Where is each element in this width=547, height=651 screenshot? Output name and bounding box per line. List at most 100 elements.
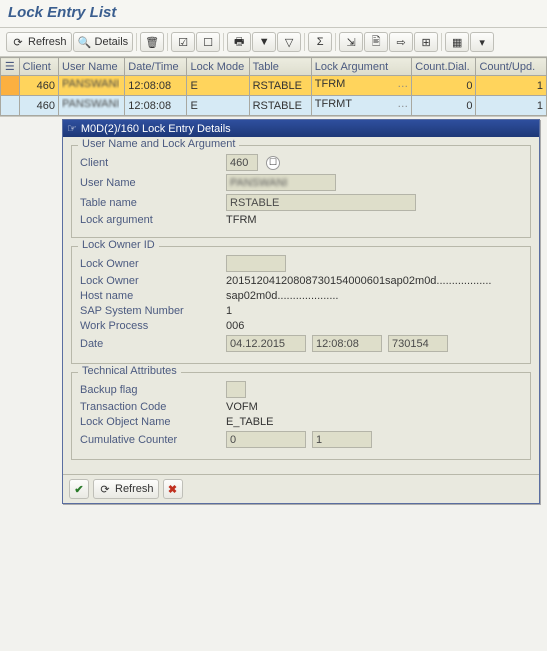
value-transaction-code: VOFM bbox=[226, 401, 258, 413]
cell-user: PANSWANI bbox=[59, 76, 125, 96]
label-lock-owner-2: Lock Owner bbox=[80, 275, 220, 287]
value-host-name: sap02m0d.................... bbox=[226, 290, 339, 302]
trash-icon: 🗑 bbox=[145, 35, 159, 49]
cell-user: PANSWANI bbox=[59, 96, 125, 116]
label-lock-object-name: Lock Object Name bbox=[80, 416, 220, 428]
cell-mode: E bbox=[187, 76, 249, 96]
sum-button[interactable]: Σ bbox=[308, 32, 332, 52]
col-datetime[interactable]: Date/Time bbox=[125, 58, 187, 76]
filter-delete-button[interactable]: ▽ bbox=[277, 32, 301, 52]
col-selector[interactable]: ☰ bbox=[1, 58, 20, 76]
label-table-name: Table name bbox=[80, 197, 220, 209]
label-lock-argument: Lock argument bbox=[80, 214, 220, 226]
cancel-button[interactable]: ✖ bbox=[163, 479, 183, 499]
label-host-name: Host name bbox=[80, 290, 220, 302]
group-user-lock-argument: User Name and Lock Argument Client 460 ☐… bbox=[71, 145, 531, 238]
refresh-button[interactable]: ⟳ Refresh bbox=[6, 32, 72, 52]
layout-dropdown-button[interactable]: ▾ bbox=[470, 32, 494, 52]
dialog-refresh-button[interactable]: ⟳ Refresh bbox=[93, 479, 159, 499]
value-lock-owner-2: 20151204120808730154000601sap02m0d......… bbox=[226, 275, 491, 287]
refresh-icon: ⟳ bbox=[11, 35, 25, 49]
layout-button[interactable]: ▦ bbox=[445, 32, 469, 52]
label-client: Client bbox=[80, 157, 220, 169]
label-date: Date bbox=[80, 338, 220, 350]
check-icon: ✔ bbox=[74, 482, 84, 496]
filter-clear-icon: ▽ bbox=[282, 35, 296, 49]
col-arg[interactable]: Lock Argument bbox=[311, 58, 411, 76]
refresh-icon: ⟳ bbox=[98, 482, 112, 496]
export-button[interactable]: ⇲ bbox=[339, 32, 363, 52]
print-icon: 🖶 bbox=[232, 35, 246, 49]
group-lock-owner-id: Lock Owner ID Lock Owner Lock Owner 2015… bbox=[71, 246, 531, 364]
cell-dial: 0 bbox=[412, 76, 476, 96]
toolbar-separator bbox=[136, 33, 137, 51]
send-button[interactable]: ⇨ bbox=[389, 32, 413, 52]
value-lock-argument: TFRM bbox=[226, 214, 257, 226]
chevron-down-icon: ▾ bbox=[475, 35, 489, 49]
col-mode[interactable]: Lock Mode bbox=[187, 58, 249, 76]
label-cumulative-counter: Cumulative Counter bbox=[80, 434, 220, 446]
col-dial[interactable]: Count.Dial. bbox=[412, 58, 476, 76]
filter-button[interactable]: ▼ bbox=[252, 32, 276, 52]
cell-table: RSTABLE bbox=[249, 76, 311, 96]
spreadsheet-button[interactable]: ⊞ bbox=[414, 32, 438, 52]
deselect-all-button[interactable]: ☐ bbox=[196, 32, 220, 52]
toolbar-separator bbox=[441, 33, 442, 51]
details-button[interactable]: 🔍 Details bbox=[73, 32, 134, 52]
select-all-button[interactable]: ☑ bbox=[171, 32, 195, 52]
dialog-icon: ☞ bbox=[67, 122, 77, 135]
value-sap-system-number: 1 bbox=[226, 305, 232, 317]
deselect-all-icon: ☐ bbox=[201, 35, 215, 49]
cell-upd: 1 bbox=[476, 76, 547, 96]
ok-button[interactable]: ✔ bbox=[69, 479, 89, 499]
field-lock-owner-1 bbox=[226, 255, 286, 272]
field-seq: 730154 bbox=[388, 335, 448, 352]
filter-icon: ▼ bbox=[257, 35, 271, 49]
group-legend: Technical Attributes bbox=[78, 365, 181, 377]
field-date: 04.12.2015 bbox=[226, 335, 306, 352]
local-file-button[interactable]: 🖹 bbox=[364, 32, 388, 52]
dialog-title-bar[interactable]: ☞ M0D(2)/160 Lock Entry Details bbox=[63, 120, 539, 137]
col-table[interactable]: Table bbox=[249, 58, 311, 76]
dialog-title: M0D(2)/160 Lock Entry Details bbox=[81, 123, 231, 135]
label-sap-system-number: SAP System Number bbox=[80, 305, 220, 317]
label-work-process: Work Process bbox=[80, 320, 220, 332]
lock-entries-grid: ☰ Client User Name Date/Time Lock Mode T… bbox=[0, 57, 547, 117]
field-user-name: PANSWANI bbox=[226, 174, 336, 191]
lock-entry-details-dialog: ☞ M0D(2)/160 Lock Entry Details User Nam… bbox=[62, 119, 540, 504]
app-toolbar: ⟳ Refresh 🔍 Details 🗑 ☑ ☐ 🖶 ▼ ▽ Σ ⇲ 🖹 ⇨ … bbox=[0, 28, 547, 57]
cell-datetime: 12:08:08 bbox=[125, 76, 187, 96]
cell-client: 460 bbox=[19, 96, 58, 116]
dialog-footer: ✔ ⟳ Refresh ✖ bbox=[63, 474, 539, 503]
f4-help-icon[interactable]: ☐ bbox=[266, 156, 280, 170]
details-button-label: Details bbox=[95, 36, 129, 48]
cell-arg: TFRM … bbox=[311, 76, 411, 96]
toolbar-separator bbox=[335, 33, 336, 51]
label-backup-flag: Backup flag bbox=[80, 384, 220, 396]
table-row[interactable]: 460 PANSWANI 12:08:08 E RSTABLE TFRMT … … bbox=[1, 96, 547, 116]
col-client[interactable]: Client bbox=[19, 58, 58, 76]
print-button[interactable]: 🖶 bbox=[227, 32, 251, 52]
toolbar-separator bbox=[167, 33, 168, 51]
label-lock-owner-1: Lock Owner bbox=[80, 258, 220, 270]
delete-button[interactable]: 🗑 bbox=[140, 32, 164, 52]
label-transaction-code: Transaction Code bbox=[80, 401, 220, 413]
cell-upd: 1 bbox=[476, 96, 547, 116]
spreadsheet-icon: ⊞ bbox=[419, 35, 433, 49]
group-technical-attributes: Technical Attributes Backup flag Transac… bbox=[71, 372, 531, 460]
dialog-refresh-label: Refresh bbox=[115, 483, 154, 495]
field-client: 460 bbox=[226, 154, 258, 171]
col-user[interactable]: User Name bbox=[59, 58, 125, 76]
cell-table: RSTABLE bbox=[249, 96, 311, 116]
group-legend: User Name and Lock Argument bbox=[78, 138, 239, 150]
col-upd[interactable]: Count/Upd. bbox=[476, 58, 547, 76]
table-row[interactable]: 460 PANSWANI 12:08:08 E RSTABLE TFRM … 0… bbox=[1, 76, 547, 96]
field-time: 12:08:08 bbox=[312, 335, 382, 352]
row-selector[interactable] bbox=[1, 96, 20, 116]
field-cum-1: 0 bbox=[226, 431, 306, 448]
cell-datetime: 12:08:08 bbox=[125, 96, 187, 116]
field-table-name: RSTABLE bbox=[226, 194, 416, 211]
export-icon: ⇲ bbox=[344, 35, 358, 49]
value-lock-object-name: E_TABLE bbox=[226, 416, 274, 428]
row-selector[interactable] bbox=[1, 76, 20, 96]
